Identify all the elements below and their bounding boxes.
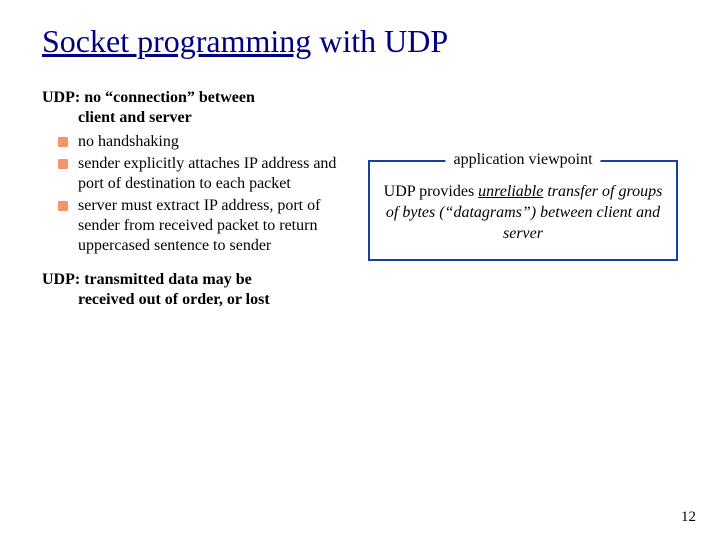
slide-title: Socket programming with UDP bbox=[42, 22, 678, 60]
title-underlined: Socket programming bbox=[42, 23, 311, 59]
page-number: 12 bbox=[681, 509, 696, 526]
heading-2-line2: received out of order, or lost bbox=[42, 290, 342, 310]
viewpoint-text: UDP provides unreliable transfer of grou… bbox=[384, 183, 663, 242]
heading-1-line2: client and server bbox=[42, 108, 342, 128]
bullet-list: no handshaking sender explicitly attache… bbox=[42, 132, 342, 256]
heading-2-line1: UDP: transmitted data may be bbox=[42, 271, 252, 288]
viewpoint-box: application viewpoint UDP provides unrel… bbox=[368, 160, 678, 260]
left-column: UDP: no “connection” between client and … bbox=[42, 88, 342, 314]
heading-1: UDP: no “connection” between client and … bbox=[42, 88, 342, 128]
viewpoint-legend: application viewpoint bbox=[445, 150, 600, 171]
heading-2: UDP: transmitted data may be received ou… bbox=[42, 270, 342, 310]
list-item: server must extract IP address, port of … bbox=[60, 196, 342, 256]
slide: Socket programming with UDP UDP: no “con… bbox=[0, 0, 720, 540]
list-item: sender explicitly attaches IP address an… bbox=[60, 154, 342, 194]
right-column: application viewpoint UDP provides unrel… bbox=[368, 88, 678, 314]
title-rest: with UDP bbox=[311, 23, 448, 59]
heading-1-line1: UDP: no “connection” between bbox=[42, 89, 255, 106]
viewpoint-mid: unreliable bbox=[478, 183, 543, 200]
viewpoint-pre: UDP provides bbox=[384, 183, 479, 200]
content-columns: UDP: no “connection” between client and … bbox=[42, 88, 678, 314]
list-item: no handshaking bbox=[60, 132, 342, 152]
